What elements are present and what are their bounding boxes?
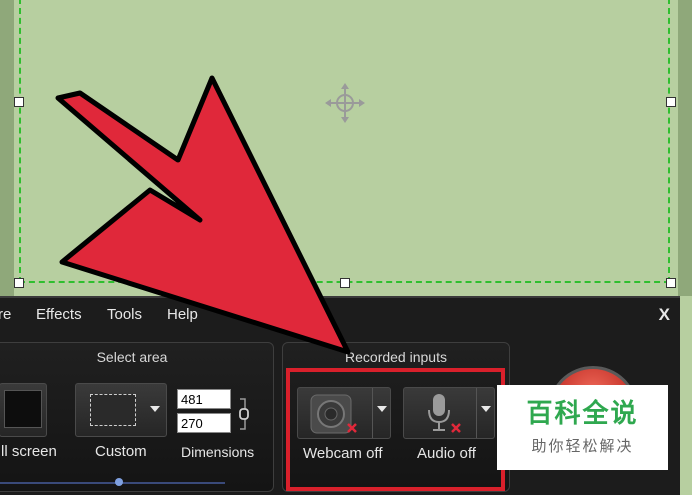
watermark-title: 百科全说: [526, 399, 639, 429]
menu-bar: re Effects Tools Help X: [0, 302, 680, 328]
resize-handle-top-left[interactable]: [14, 97, 24, 107]
resize-handle-bottom-right[interactable]: [666, 278, 676, 288]
full-screen-button[interactable]: [0, 383, 47, 437]
resize-handle-bottom-middle[interactable]: [340, 278, 350, 288]
capture-area[interactable]: [0, 0, 692, 300]
width-input[interactable]: [177, 389, 231, 409]
menu-item-tools[interactable]: Tools: [107, 306, 142, 323]
select-area-group: Select area ll screen Custom Dimensions: [0, 342, 274, 492]
dropdown-arrow-icon[interactable]: [150, 406, 160, 412]
area-slider-track[interactable]: [0, 482, 225, 484]
background-edge: [680, 296, 692, 495]
capture-right-edge: [678, 0, 692, 300]
resize-handle-bottom-left[interactable]: [14, 278, 24, 288]
custom-area-icon: [90, 394, 136, 426]
recorded-inputs-title: Recorded inputs: [345, 349, 447, 365]
menu-item-help[interactable]: Help: [167, 306, 198, 323]
move-cross-icon[interactable]: [323, 81, 367, 125]
height-input[interactable]: [177, 413, 231, 433]
link-chain-icon[interactable]: [237, 397, 251, 431]
full-screen-icon: [4, 390, 42, 428]
custom-label: Custom: [95, 443, 147, 460]
watermark-logo: 百科全说 助你轻松解决: [497, 385, 668, 470]
full-screen-label: ll screen: [1, 443, 57, 460]
area-slider-thumb[interactable]: [115, 478, 123, 486]
capture-left-edge: [0, 0, 14, 300]
highlight-frame: [286, 368, 505, 491]
close-button[interactable]: X: [659, 305, 670, 325]
selection-border[interactable]: [19, 0, 670, 283]
watermark-subtitle: 助你轻松解决: [531, 437, 634, 455]
dimensions-label: Dimensions: [181, 444, 255, 460]
select-area-title: Select area: [96, 349, 168, 365]
custom-area-button[interactable]: [75, 383, 167, 437]
menu-item-share[interactable]: re: [0, 306, 11, 323]
menu-item-effects[interactable]: Effects: [36, 306, 82, 323]
resize-handle-top-right[interactable]: [666, 97, 676, 107]
